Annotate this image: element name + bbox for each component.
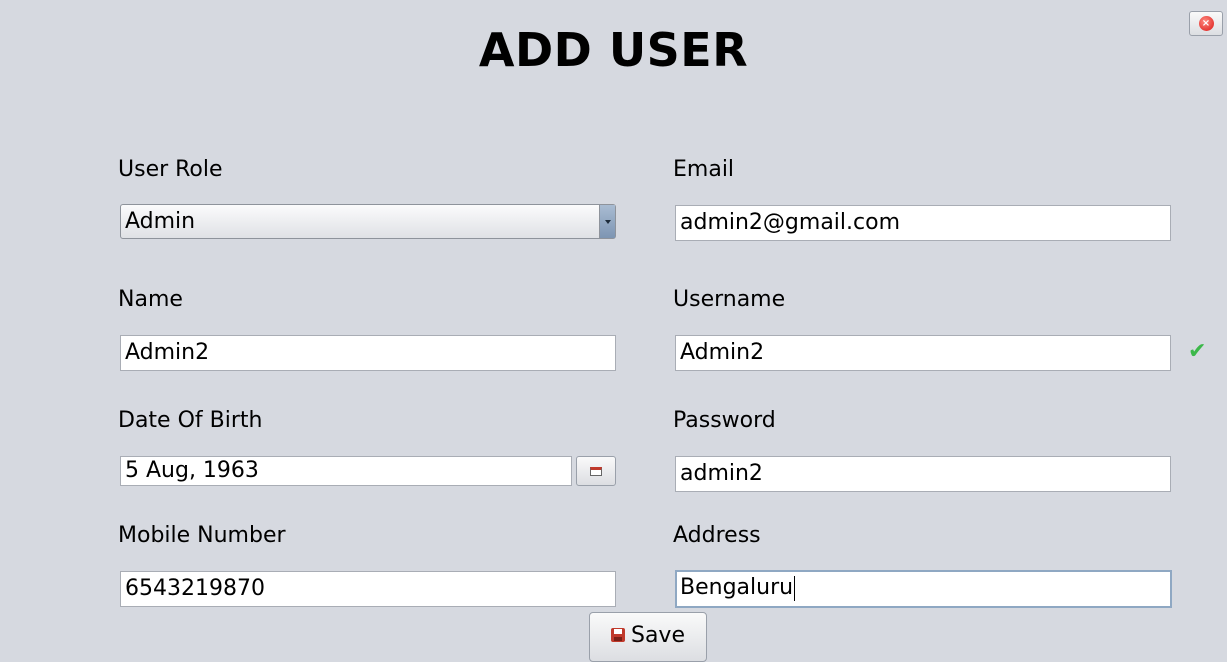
email-input[interactable]: admin2@gmail.com bbox=[675, 205, 1171, 241]
address-value: Bengaluru bbox=[680, 575, 794, 600]
password-input[interactable]: admin2 bbox=[675, 456, 1171, 492]
close-icon: × bbox=[1198, 16, 1214, 31]
close-button[interactable]: × bbox=[1189, 11, 1223, 36]
date-of-birth-input[interactable]: 5 Aug, 1963 bbox=[120, 456, 572, 486]
user-role-label: User Role bbox=[118, 157, 223, 182]
save-button-label: Save bbox=[630, 623, 685, 648]
username-input[interactable]: Admin2 bbox=[675, 335, 1171, 371]
username-label: Username bbox=[673, 287, 786, 312]
floppy-disk-icon bbox=[610, 628, 625, 642]
address-input[interactable]: Bengaluru bbox=[675, 570, 1172, 608]
name-label: Name bbox=[118, 287, 183, 312]
password-label: Password bbox=[673, 408, 776, 433]
address-label: Address bbox=[673, 523, 761, 548]
email-label: Email bbox=[673, 157, 735, 182]
text-caret bbox=[794, 575, 796, 601]
mobile-number-input[interactable]: 6543219870 bbox=[120, 571, 616, 607]
calendar-icon bbox=[590, 466, 602, 476]
checkmark-icon: ✔ bbox=[1188, 339, 1207, 364]
name-input[interactable]: Admin2 bbox=[120, 335, 616, 371]
date-picker-button[interactable] bbox=[576, 456, 616, 486]
user-role-value: Admin bbox=[125, 209, 196, 234]
page-title: ADD USER bbox=[478, 23, 749, 77]
user-role-select[interactable]: Admin bbox=[120, 204, 616, 239]
dropdown-arrow-icon[interactable] bbox=[599, 205, 615, 238]
save-button[interactable]: Save bbox=[589, 612, 707, 662]
mobile-number-label: Mobile Number bbox=[118, 523, 286, 548]
date-of-birth-label: Date Of Birth bbox=[118, 408, 263, 433]
